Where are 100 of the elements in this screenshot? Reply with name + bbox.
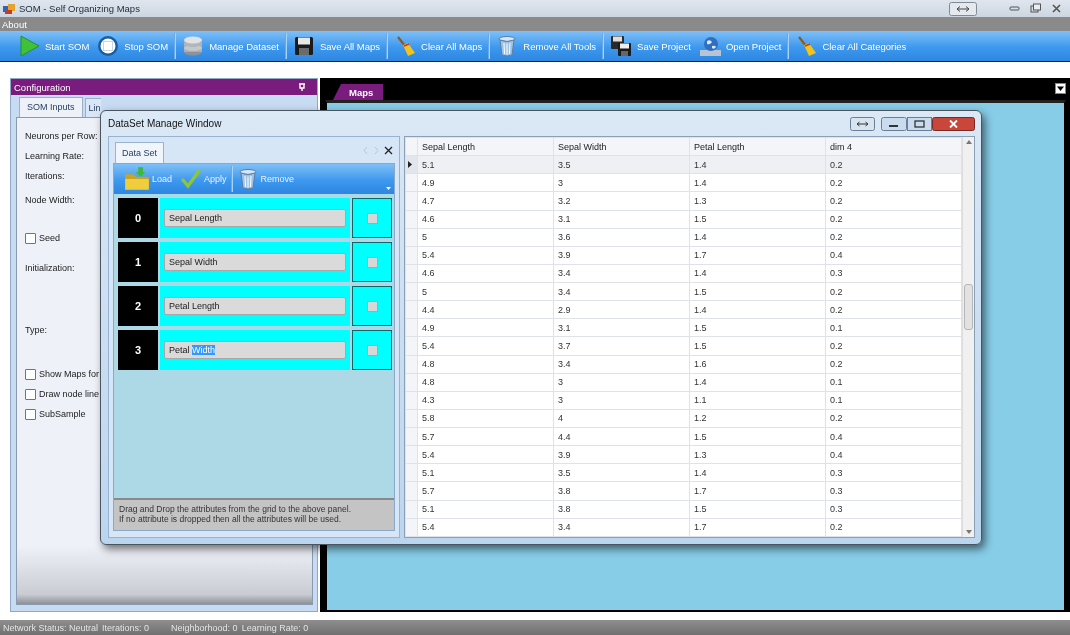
toolbar-button[interactable]: Start SOM: [14, 31, 94, 61]
panel-title: Configuration: [14, 81, 71, 93]
tab[interactable]: Maps: [333, 84, 384, 100]
table-cell: 5: [417, 282, 554, 301]
toolbar-button[interactable]: Stop SOM: [93, 31, 173, 61]
checkbox[interactable]: [366, 212, 378, 224]
table-cell: 0.2: [825, 518, 962, 537]
table-cell: 1.4: [689, 228, 826, 247]
index-label: 2: [118, 286, 158, 326]
checkbox[interactable]: [366, 256, 378, 268]
maximize-button[interactable]: [907, 116, 932, 131]
checkbox[interactable]: [366, 344, 378, 356]
field-label: Iterations:: [25, 170, 65, 183]
table-cell: 0.3: [825, 264, 962, 283]
column-header[interactable]: Sepal Width: [553, 137, 690, 156]
column-header[interactable]: Petal Length: [689, 137, 826, 156]
table-cell: 4.9: [417, 173, 554, 192]
table-cell: 1.7: [689, 481, 826, 500]
toolbar-button[interactable]: Save All Maps: [288, 31, 385, 61]
table-cell: 1.7: [689, 246, 826, 265]
checkbox[interactable]: [366, 300, 378, 312]
table-cell: 1.7: [689, 518, 826, 537]
minimize-button[interactable]: [881, 116, 907, 131]
status-text: Iterations: 0: [102, 622, 150, 633]
checkbox[interactable]: [25, 388, 36, 400]
table-cell: 4.3: [417, 391, 554, 410]
table-cell: 4.9: [417, 318, 554, 337]
table-cell: 3.4: [553, 518, 690, 537]
field-label: Learning Rate:: [25, 150, 85, 163]
text-field[interactable]: Petal Length: [164, 297, 346, 315]
close-button[interactable]: [932, 116, 975, 131]
globe-icon: [698, 35, 721, 57]
table-cell: 3.1: [553, 210, 690, 229]
checkbox-label: Show Maps for: [39, 369, 100, 379]
scrollbar-thumb[interactable]: [964, 284, 973, 330]
toolbar-button[interactable]: Remove: [232, 165, 299, 193]
switch-window-button[interactable]: [850, 116, 875, 131]
toolbar-button[interactable]: Open Project: [694, 31, 786, 61]
checkbox[interactable]: [25, 368, 36, 380]
table-cell: 1.2: [689, 409, 826, 428]
checkbox-label: Seed: [39, 233, 61, 243]
table-cell: 0.2: [825, 355, 962, 374]
field-label: Node Width:: [25, 194, 75, 207]
tab[interactable]: SOM Inputs: [19, 97, 83, 118]
close-button[interactable]: [1051, 3, 1062, 14]
table-cell: 5.4: [417, 445, 554, 464]
column-header[interactable]: Sepal Length: [417, 137, 554, 156]
table-cell: 3.4: [553, 282, 690, 301]
app-icon: [3, 2, 15, 15]
table-cell: 1.5: [689, 318, 826, 337]
play-icon: [18, 35, 40, 57]
field-label: Type:: [25, 324, 47, 337]
table-cell: 0.4: [825, 246, 962, 265]
table-cell: 3.8: [553, 500, 690, 519]
table-cell: 4.6: [417, 210, 554, 229]
table-cell: 3.6: [553, 228, 690, 247]
table-cell: 1.4: [689, 300, 826, 319]
checkbox[interactable]: [25, 408, 36, 420]
tab[interactable]: Data Set: [115, 142, 165, 164]
scroll-down-icon[interactable]: [965, 530, 972, 534]
scroll-right-icon[interactable]: [373, 146, 380, 155]
table-cell: 3.7: [553, 336, 690, 355]
table-cell: 1.6: [689, 355, 826, 374]
scroll-up-icon[interactable]: [965, 140, 972, 144]
toolbar-button[interactable]: Clear All Categories: [791, 31, 911, 61]
close-icon[interactable]: [384, 146, 393, 155]
scrollbar[interactable]: [962, 137, 974, 537]
tab[interactable]: Lin: [84, 98, 101, 117]
dropdown-icon[interactable]: [1055, 83, 1066, 94]
toolbar-button[interactable]: Save Project: [606, 31, 695, 61]
scroll-left-icon[interactable]: [362, 146, 369, 155]
checkbox-label: Draw node line: [39, 389, 100, 399]
checkbox[interactable]: [25, 232, 36, 244]
column-header[interactable]: dim 4: [825, 137, 962, 156]
floppy-disks-icon: [610, 35, 633, 57]
table-cell: 1.5: [689, 282, 826, 301]
text-field[interactable]: Sepal Width: [164, 253, 346, 271]
table-cell: 0.1: [825, 318, 962, 337]
menu-item[interactable]: About: [0, 18, 29, 30]
table-cell: 5.4: [417, 336, 554, 355]
stop-icon: [97, 35, 120, 57]
help-text: Drag and Drop the attributes from the grid to the above panel. If no attribute is dropped then all the attributes will be used.: [114, 497, 394, 530]
toolbar-button[interactable]: Remove All Tools: [492, 31, 601, 61]
table-cell: 1.5: [689, 210, 826, 229]
text-field[interactable]: Petal Width: [164, 341, 346, 359]
toolbar-button[interactable]: Load: [120, 165, 177, 193]
toolbar-button[interactable]: Clear All Maps: [390, 31, 487, 61]
pin-icon[interactable]: [297, 82, 307, 92]
table-cell: 0.2: [825, 210, 962, 229]
table-cell: 0.2: [825, 173, 962, 192]
toolbar-button[interactable]: Apply: [176, 165, 231, 193]
text-field[interactable]: Sepal Length: [164, 209, 346, 227]
switch-window-button[interactable]: [949, 1, 977, 16]
floppy-icon: [292, 35, 315, 57]
restore-button[interactable]: [1030, 3, 1041, 14]
toolbar-button[interactable]: Manage Dataset: [178, 31, 283, 61]
broom-icon: [394, 35, 417, 57]
table-cell: 3.9: [553, 246, 690, 265]
table-cell: 0.2: [825, 282, 962, 301]
table-cell: 4.8: [417, 373, 554, 392]
